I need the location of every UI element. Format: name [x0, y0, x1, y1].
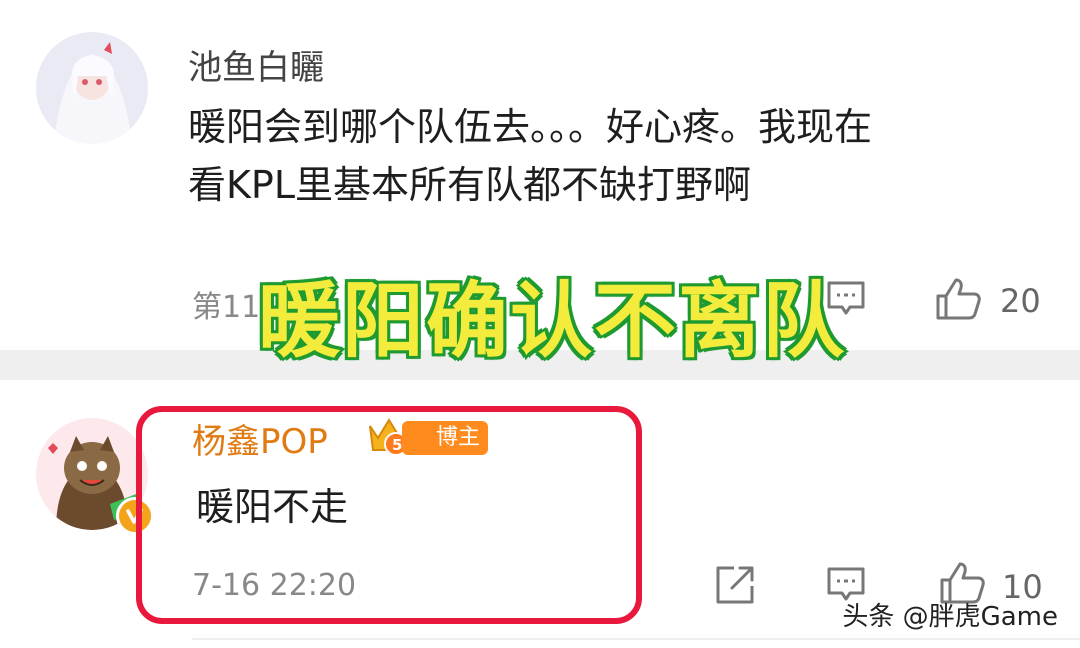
share-icon[interactable]: [714, 564, 756, 606]
username[interactable]: 池鱼白矖: [188, 40, 324, 89]
comment-text-line1: 暖阳会到哪个队伍去。。。好心疼。我现在: [188, 105, 873, 149]
like-count: 20: [1000, 282, 1041, 320]
watermark: 头条 @胖虎Game: [842, 602, 1058, 632]
avatar[interactable]: [36, 32, 148, 144]
highlight-box: [136, 406, 642, 624]
like-icon[interactable]: [934, 276, 982, 322]
overlay-headline: 暖阳确认不离队: [255, 272, 847, 372]
comment-floor: 第11: [192, 290, 261, 325]
comment-text-line2: 看KPL里基本所有队都不缺打野啊: [188, 163, 752, 207]
divider: [192, 638, 1080, 640]
